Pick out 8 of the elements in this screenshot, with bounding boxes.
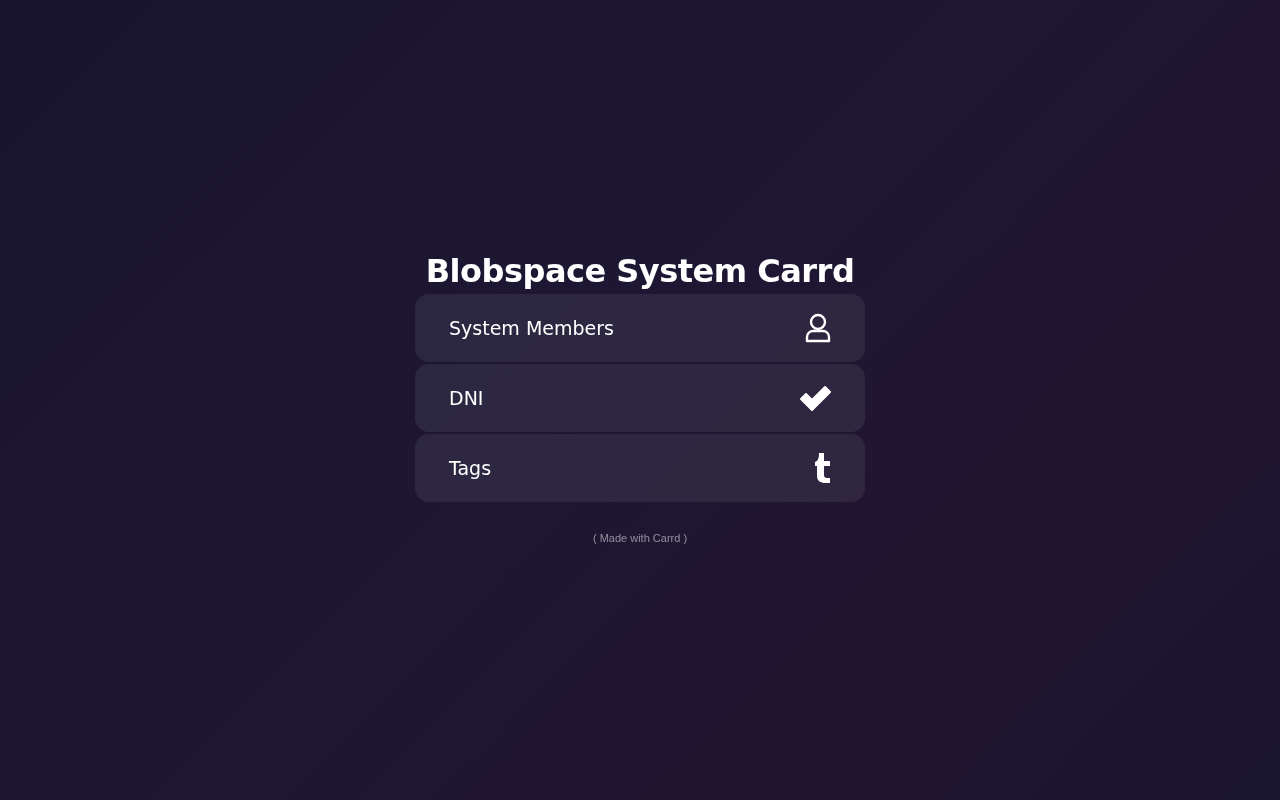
page-title: Blobspace System Carrd: [425, 251, 855, 292]
person-icon: [804, 313, 832, 343]
link-button[interactable]: DNI: [415, 364, 865, 432]
tumblr-icon: [814, 453, 832, 483]
check-icon: [799, 385, 832, 411]
link-button[interactable]: System Members: [415, 294, 865, 362]
link-button[interactable]: Tags: [415, 434, 865, 502]
footer-credit: ( Made with Carrd ): [592, 532, 688, 544]
